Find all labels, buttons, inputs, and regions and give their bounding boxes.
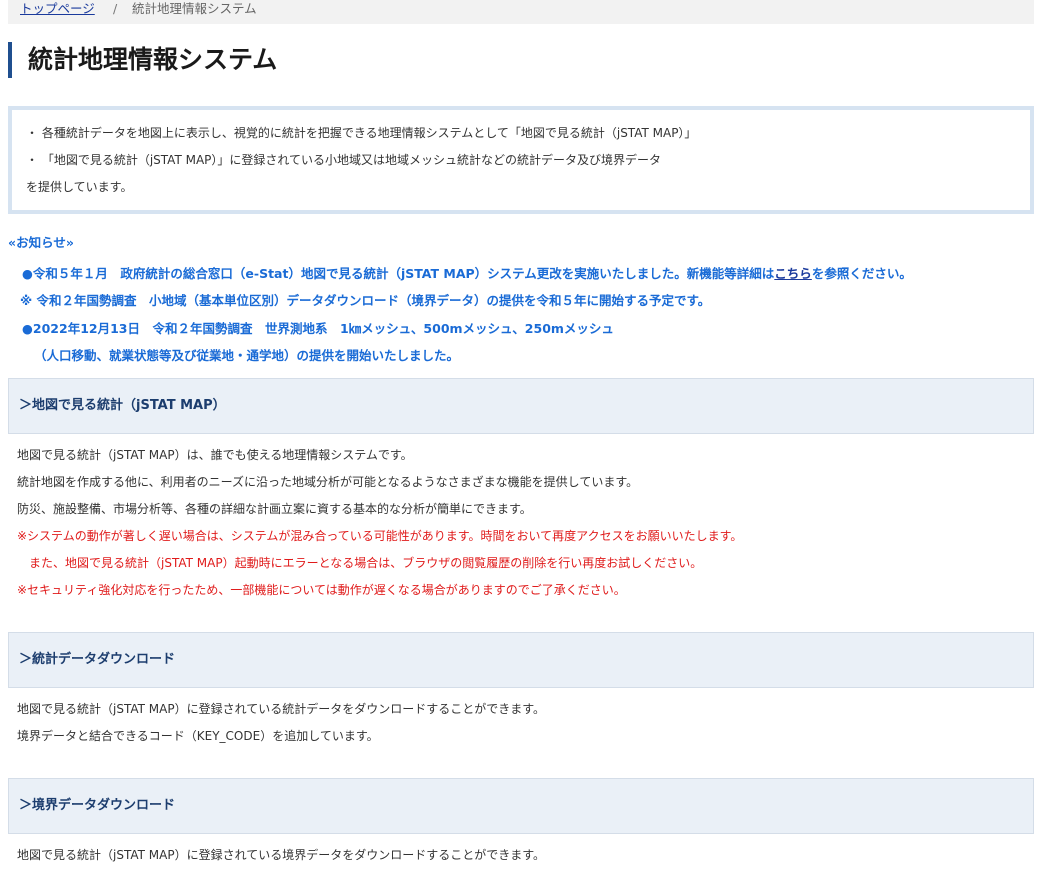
boundary-data-desc-1: 地図で見る統計（jSTAT MAP）に登録されている境界データをダウンロードする…: [17, 848, 546, 862]
jstat-map-desc-3: 防災、施設整備、市場分析等、各種の詳細な計画立案に資する基本的な分析が簡単にでき…: [17, 502, 532, 516]
section-header-jstat-map[interactable]: ＞地図で見る統計（jSTAT MAP）: [8, 378, 1034, 434]
jstat-map-warning-3: ※セキュリティ強化対応を行ったため、一部機能については動作が遅くなる場合がありま…: [17, 583, 626, 597]
stat-data-desc-1: 地図で見る統計（jSTAT MAP）に登録されている統計データをダウンロードする…: [17, 702, 546, 716]
notice-item-3-line-1: ●2022年12月13日 令和２年国勢調査 世界測地系 1㎞メッシュ、500mメ…: [22, 321, 614, 336]
intro-box: ・ 各種統計データを地図上に表示し、視覚的に統計を把握できる地理情報システムとし…: [8, 106, 1034, 214]
page-title: 統計地理情報システム: [8, 42, 508, 78]
page: トップページ / 統計地理情報システム 統計地理情報システム ・ 各種統計データ…: [0, 0, 1038, 880]
notice-item-2: ※ 令和２年国勢調査 小地域（基本単位区別）データダウンロード（境界データ）の提…: [20, 293, 711, 308]
breadcrumb-separator: /: [113, 1, 118, 16]
notice-item-1-suffix: を参照ください。: [811, 266, 912, 281]
breadcrumb: トップページ / 統計地理情報システム: [8, 0, 1034, 24]
breadcrumb-home-link[interactable]: トップページ: [20, 0, 95, 19]
stat-data-desc-2: 境界データと結合できるコード（KEY_CODE）を追加しています。: [17, 729, 379, 743]
jstat-map-desc-1: 地図で見る統計（jSTAT MAP）は、誰でも使える地理情報システムです。: [17, 448, 413, 462]
section-header-boundary-data-download[interactable]: ＞境界データダウンロード: [8, 778, 1034, 834]
notice-item-1-text: ●令和５年１月 政府統計の総合窓口（e-Stat）地図で見る統計（jSTAT M…: [22, 266, 775, 281]
breadcrumb-current: 統計地理情報システム: [132, 1, 257, 16]
intro-line-3: を提供しています。: [26, 180, 133, 194]
notice-item-1: ●令和５年１月 政府統計の総合窓口（e-Stat）地図で見る統計（jSTAT M…: [22, 263, 912, 282]
section-header-stat-data-download[interactable]: ＞統計データダウンロード: [8, 632, 1034, 688]
notice-heading: «お知らせ»: [8, 235, 74, 250]
intro-line-1: ・ 各種統計データを地図上に表示し、視覚的に統計を把握できる地理情報システムとし…: [26, 126, 697, 140]
jstat-map-warning-1: ※システムの動作が著しく遅い場合は、システムが混み合っている可能性があります。時…: [17, 529, 743, 543]
jstat-map-desc-2: 統計地図を作成する他に、利用者のニーズに沿った地域分析が可能となるようなさまざま…: [17, 475, 639, 489]
notice-item-3-line-2: （人口移動、就業状態等及び従業地・通学地）の提供を開始いたしました。: [34, 348, 460, 363]
intro-line-2: ・ 「地図で見る統計（jSTAT MAP）」に登録されている小地域又は地域メッシ…: [26, 153, 662, 167]
jstat-map-warning-2: また、地図で見る統計（jSTAT MAP）起動時にエラーとなる場合は、ブラウザの…: [17, 556, 703, 570]
notice-details-link[interactable]: こちら: [774, 266, 812, 281]
